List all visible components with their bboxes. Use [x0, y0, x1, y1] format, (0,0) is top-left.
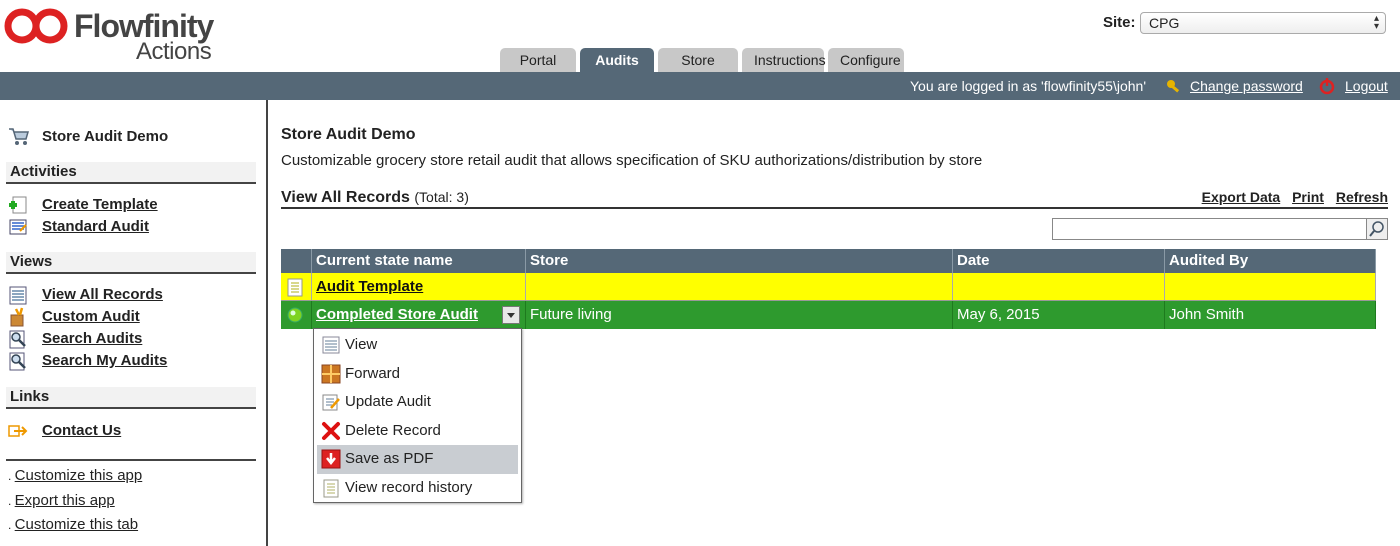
store-cell: Future living — [526, 301, 953, 329]
audited-by-cell — [1165, 273, 1376, 300]
form-icon — [9, 219, 27, 235]
view-divider — [281, 207, 1388, 209]
activities-header: Activities — [6, 162, 256, 184]
change-password-link[interactable]: Change password — [1190, 78, 1303, 94]
power-icon — [1318, 77, 1336, 98]
menu-item-view[interactable]: View — [317, 331, 518, 360]
header-cell-icon — [281, 249, 312, 273]
search-button[interactable] — [1366, 218, 1388, 240]
product-name: Actions — [136, 38, 212, 65]
table-row[interactable]: Audit Template — [281, 273, 1376, 301]
sidebar-divider — [6, 459, 256, 461]
view-icon — [322, 336, 340, 354]
site-select[interactable]: CPG ▴ ▾ — [1140, 12, 1386, 34]
cart-icon — [9, 128, 29, 145]
table-header: Current state name Store Date Audited By — [281, 249, 1376, 273]
logout-link[interactable]: Logout — [1345, 78, 1388, 94]
site-label: Site: — [1103, 14, 1136, 31]
date-cell — [953, 273, 1165, 300]
state-link[interactable]: Audit Template — [316, 278, 423, 295]
flowfinity-logo[interactable]: Flowfinity Actions — [4, 6, 214, 65]
links-header: Links — [6, 387, 256, 409]
menu-item-forward[interactable]: Forward — [317, 360, 518, 389]
view-title: View All Records (Total: 3) — [281, 189, 469, 206]
view-actions: Export Data Print Refresh — [1194, 189, 1388, 205]
menu-item-delete-record[interactable]: Delete Record — [317, 417, 518, 446]
select-arrows-icon: ▴ ▾ — [1373, 13, 1379, 32]
store-cell — [526, 273, 953, 300]
history-icon — [323, 479, 339, 497]
header-cell-audited-by[interactable]: Audited By — [1165, 249, 1376, 273]
record-total: (Total: 3) — [414, 189, 469, 205]
views-header: Views — [6, 252, 256, 274]
search-doc-icon — [9, 330, 26, 349]
delete-icon — [322, 421, 340, 440]
logged-in-text: You are logged in as 'flowfinity55\john' — [910, 78, 1146, 94]
header-cell-date[interactable]: Date — [953, 249, 1165, 273]
tab-instructions[interactable]: Instructions — [742, 48, 826, 72]
site-select-value: CPG — [1149, 15, 1180, 31]
header-cell-state[interactable]: Current state name — [312, 249, 526, 273]
page-description: Customizable grocery store retail audit … — [281, 152, 983, 169]
table-row[interactable]: Completed Store Audit Future living May … — [281, 301, 1376, 329]
create-icon — [9, 196, 27, 214]
logo-rings-icon — [4, 8, 68, 44]
tab-portal[interactable]: Portal — [500, 48, 576, 72]
edit-icon — [322, 394, 340, 411]
arrow-icon — [8, 425, 28, 437]
tab-store-list[interactable]: Store List — [658, 48, 738, 92]
user-bar: You are logged in as 'flowfinity55\john'… — [0, 72, 1400, 100]
search-icon — [1369, 221, 1384, 237]
customize-app-link[interactable]: . Customize this app — [8, 467, 142, 484]
pdf-icon — [321, 449, 341, 469]
export-data-link[interactable]: Export Data — [1202, 189, 1281, 205]
tab-configure[interactable]: Configure — [828, 48, 904, 72]
sidebar: Store Audit Demo Activities Create Templ… — [0, 100, 268, 546]
forward-icon — [321, 364, 341, 383]
main-tabs: Portal Audits Store List Instructions Co… — [500, 48, 908, 92]
customize-tab-link[interactable]: . Customize this tab — [8, 516, 138, 533]
row-menu-dropdown-button[interactable] — [502, 306, 520, 324]
status-green-icon — [287, 307, 303, 323]
template-doc-icon — [287, 278, 303, 297]
audited-by-cell: John Smith — [1165, 301, 1376, 329]
search-doc-icon — [9, 352, 26, 371]
menu-item-save-as-pdf[interactable]: Save as PDF — [317, 445, 518, 474]
menu-item-view-record-history[interactable]: View record history — [317, 474, 518, 503]
row-context-menu: View Forward Update Audit Delete Record … — [313, 328, 522, 503]
list-icon — [9, 286, 27, 305]
state-link[interactable]: Completed Store Audit — [316, 306, 478, 323]
app-header: Flowfinity Actions Site: CPG ▴ ▾ Portal A… — [0, 0, 1400, 92]
date-cell: May 6, 2015 — [953, 301, 1165, 329]
app-title: Store Audit Demo — [8, 126, 168, 150]
key-icon — [1165, 78, 1183, 99]
search-input[interactable] — [1052, 218, 1367, 240]
export-app-link[interactable]: . Export this app — [8, 492, 115, 509]
tab-audits[interactable]: Audits — [580, 48, 654, 72]
page-title: Store Audit Demo — [281, 126, 416, 143]
menu-item-update-audit[interactable]: Update Audit — [317, 388, 518, 417]
refresh-link[interactable]: Refresh — [1336, 189, 1388, 205]
custom-icon — [10, 307, 24, 327]
header-cell-store[interactable]: Store — [526, 249, 953, 273]
print-link[interactable]: Print — [1292, 189, 1324, 205]
